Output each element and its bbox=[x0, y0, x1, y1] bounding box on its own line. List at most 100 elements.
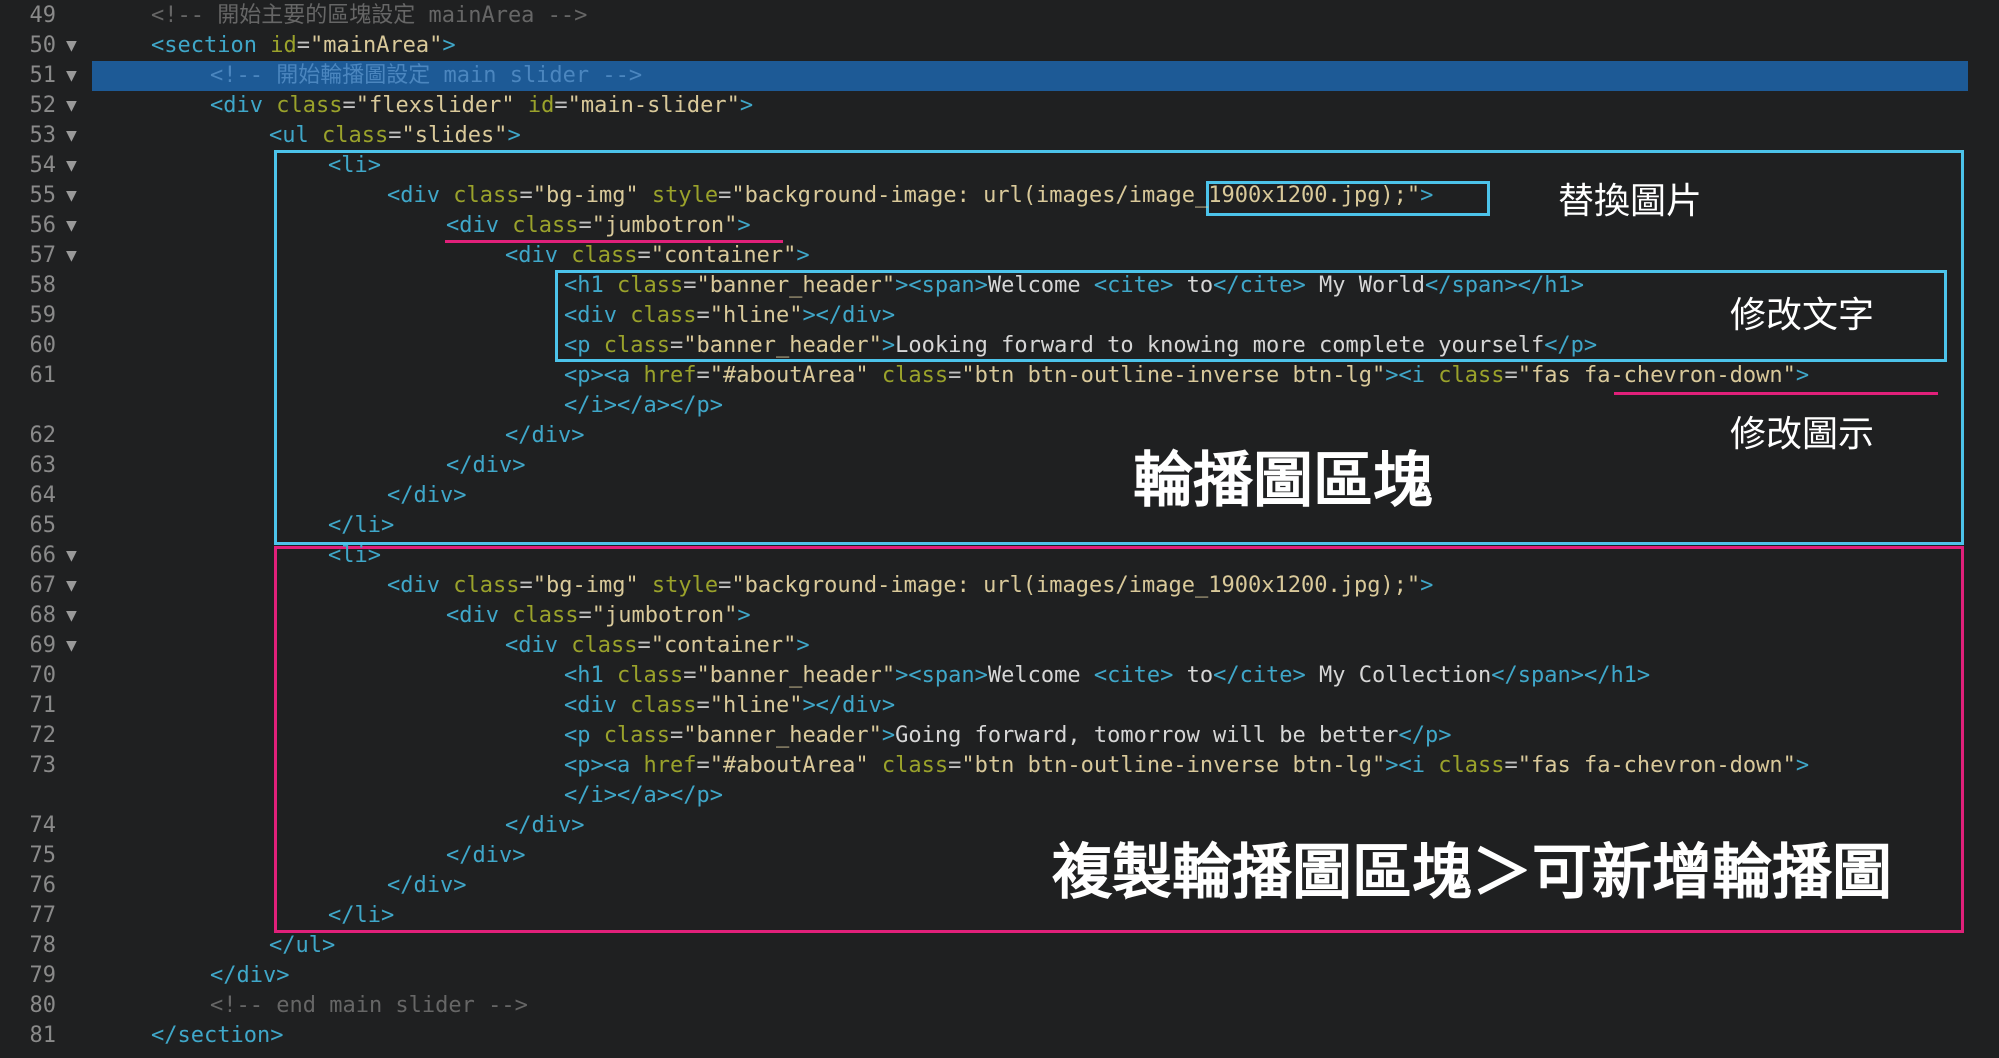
code-token: href bbox=[643, 753, 697, 778]
fold-arrow-icon[interactable]: ▼ bbox=[66, 211, 77, 241]
code-token: class bbox=[453, 183, 520, 208]
fold-arrow-icon[interactable]: ▼ bbox=[66, 31, 77, 61]
code-token: class bbox=[512, 603, 579, 628]
code-line[interactable]: 49 <!-- 開始主要的區塊設定 mainArea --> bbox=[0, 1, 1999, 31]
code-token: "banner_header" bbox=[683, 723, 882, 748]
code-token: href bbox=[643, 363, 697, 388]
code-text: <div class="bg-img" style="background-im… bbox=[387, 181, 1433, 211]
annotation-replace-image: 替換圖片 bbox=[1558, 181, 1703, 222]
code-token: class bbox=[630, 693, 697, 718]
code-token: </div> bbox=[505, 423, 585, 448]
code-token: > bbox=[737, 213, 751, 238]
code-text: <!-- 開始主要的區塊設定 mainArea --> bbox=[151, 1, 587, 31]
fold-arrow-icon[interactable]: ▼ bbox=[66, 241, 77, 271]
code-token: </ul> bbox=[269, 933, 336, 958]
fold-arrow-icon[interactable]: ▼ bbox=[66, 601, 77, 631]
code-token: </div> bbox=[387, 483, 467, 508]
fold-arrow-icon[interactable]: ▼ bbox=[66, 631, 77, 661]
code-token: </p> bbox=[1398, 723, 1452, 748]
code-token: = bbox=[669, 723, 684, 748]
code-token: Going forward, tomorrow will be better bbox=[895, 723, 1399, 748]
code-token: > bbox=[1795, 363, 1810, 388]
code-text: </div> bbox=[505, 811, 584, 841]
fold-arrow-icon[interactable]: ▼ bbox=[66, 151, 77, 181]
code-text: </div> bbox=[387, 481, 466, 511]
code-token: <div bbox=[564, 303, 631, 328]
code-token: <div bbox=[564, 693, 631, 718]
code-line[interactable]: 78 </ul> bbox=[0, 931, 1999, 961]
code-token: = bbox=[948, 363, 962, 388]
fold-arrow-icon[interactable]: ▼ bbox=[66, 61, 77, 91]
code-token: > bbox=[1795, 753, 1810, 778]
code-token: ><i bbox=[1385, 363, 1439, 388]
code-text: <div class="container"> bbox=[505, 631, 810, 661]
code-token: "fas fa-chevron-down" bbox=[1517, 363, 1796, 388]
line-number: 51 bbox=[29, 63, 57, 88]
code-token: = bbox=[683, 273, 697, 298]
code-line[interactable]: 53 ▼ <ul class="slides"> bbox=[0, 121, 1999, 151]
code-token: <h1 bbox=[564, 273, 617, 298]
code-token: = bbox=[1504, 363, 1518, 388]
line-number: 65 bbox=[29, 513, 57, 538]
line-number: 63 bbox=[29, 453, 57, 478]
code-line[interactable]: 51 ▼ <!-- 開始輪播圖設定 main slider --> bbox=[0, 61, 1999, 91]
code-token: style bbox=[638, 183, 719, 208]
code-token: class bbox=[571, 243, 638, 268]
fold-arrow-icon[interactable]: ▼ bbox=[66, 91, 77, 121]
code-text: <p class="banner_header">Looking forward… bbox=[564, 331, 1597, 361]
code-token: </cite> bbox=[1213, 663, 1306, 688]
code-token: <!-- end main slider --> bbox=[210, 993, 528, 1018]
code-token: > bbox=[796, 633, 810, 658]
line-number: 55 bbox=[29, 183, 57, 208]
code-token: </div> bbox=[446, 453, 526, 478]
code-token: = bbox=[342, 93, 356, 118]
code-text: <li> bbox=[328, 541, 381, 571]
code-token: </span></h1> bbox=[1491, 663, 1651, 688]
code-token: </li> bbox=[328, 513, 395, 538]
fold-arrow-icon[interactable]: ▼ bbox=[66, 571, 77, 601]
code-token: <div bbox=[387, 183, 454, 208]
code-token: "slides" bbox=[401, 123, 508, 148]
line-number: 72 bbox=[29, 723, 57, 748]
fold-arrow-icon[interactable]: ▼ bbox=[66, 181, 77, 211]
code-token: <cite> bbox=[1093, 663, 1174, 688]
code-token: <p><a bbox=[564, 363, 644, 388]
annotation-edit-text: 修改文字 bbox=[1730, 295, 1875, 336]
code-token: <li> bbox=[328, 543, 381, 568]
line-number: 81 bbox=[29, 1023, 57, 1048]
code-token: </div> bbox=[387, 873, 467, 898]
code-token: class bbox=[603, 723, 670, 748]
line-number: 74 bbox=[29, 813, 57, 838]
code-text: <p class="banner_header">Going forward, … bbox=[564, 721, 1451, 751]
code-line[interactable]: 50 ▼ <section id="mainArea"> bbox=[0, 31, 1999, 61]
code-token: <!-- 開始主要的區塊設定 mainArea --> bbox=[151, 3, 588, 28]
code-token: "btn btn-outline-inverse btn-lg" bbox=[961, 363, 1386, 388]
code-line[interactable]: 52 ▼ <div class="flexslider" id="main-slid… bbox=[0, 91, 1999, 121]
code-token: </span></h1> bbox=[1425, 273, 1584, 298]
code-text: <ul class="slides"> bbox=[269, 121, 521, 151]
fold-arrow-icon[interactable]: ▼ bbox=[66, 541, 77, 571]
code-token: "background-image: url(images/image_1900… bbox=[731, 573, 1421, 598]
code-token: <!-- 開始輪播圖設定 main slider --> bbox=[210, 63, 643, 88]
line-number: 54 bbox=[29, 153, 57, 178]
fold-arrow-icon[interactable]: ▼ bbox=[66, 121, 77, 151]
code-token: = bbox=[669, 333, 684, 358]
line-number: 69 bbox=[29, 633, 57, 658]
code-line[interactable]: 81 </section> bbox=[0, 1021, 1999, 1051]
code-token: <div bbox=[505, 243, 572, 268]
code-text: </ul> bbox=[269, 931, 335, 961]
code-token: Welcome bbox=[987, 273, 1094, 298]
code-token: class bbox=[276, 93, 343, 118]
code-line[interactable]: 80 <!-- end main slider --> bbox=[0, 991, 1999, 1021]
code-token: = bbox=[519, 573, 533, 598]
code-text: <div class="container"> bbox=[505, 241, 810, 271]
code-token: > bbox=[881, 333, 896, 358]
code-token: </section> bbox=[151, 1023, 284, 1048]
code-text: <section id="mainArea"> bbox=[151, 31, 456, 61]
code-token: class bbox=[453, 573, 520, 598]
code-token: "banner_header" bbox=[696, 663, 896, 688]
code-token: <p bbox=[564, 723, 604, 748]
code-line[interactable]: 79 </div> bbox=[0, 961, 1999, 991]
code-token: > bbox=[1420, 573, 1434, 598]
code-token: <p bbox=[564, 333, 604, 358]
